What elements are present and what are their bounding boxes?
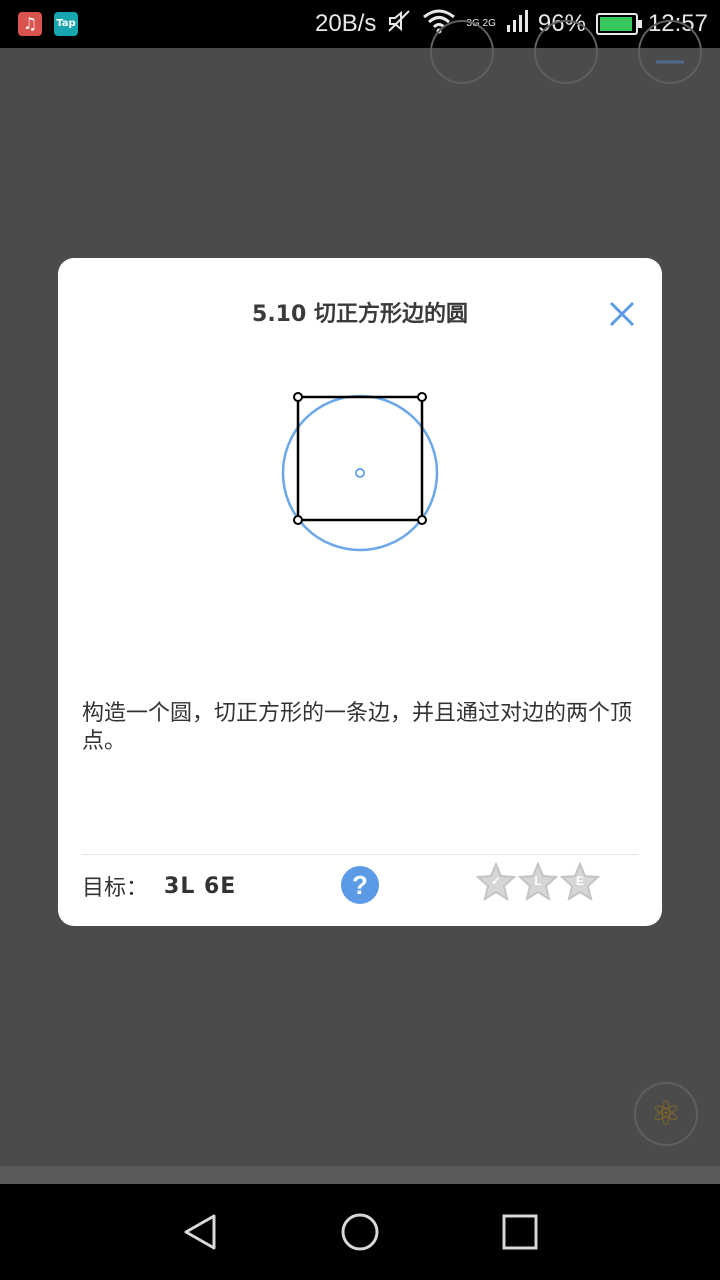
atom-icon: ⚛ bbox=[634, 1082, 698, 1146]
star-check-icon: ✓ bbox=[475, 861, 517, 902]
home-icon[interactable] bbox=[336, 1208, 384, 1256]
level-dialog bbox=[58, 258, 662, 926]
background-toolbar bbox=[0, 1166, 720, 1184]
close-icon[interactable] bbox=[606, 298, 638, 330]
divider bbox=[82, 854, 638, 855]
star-lines-icon: L bbox=[517, 861, 559, 902]
back-icon[interactable] bbox=[176, 1208, 224, 1256]
status-bar: ♫ Tap 20B/s 3G 2G 96% 12:57 bbox=[0, 0, 720, 48]
undo-button bbox=[430, 20, 494, 84]
mute-icon bbox=[386, 8, 412, 41]
goal-section: 目标： 3L 6E bbox=[82, 870, 236, 902]
goal-value: 3L 6E bbox=[164, 873, 237, 899]
menu-button bbox=[638, 20, 702, 84]
navigation-bar bbox=[0, 1184, 720, 1280]
level-description: 构造一个圆，切正方形的一条边，并且通过对边的两个顶点。 bbox=[82, 701, 633, 754]
signal-icon bbox=[506, 9, 528, 40]
net-speed: 20B/s bbox=[315, 10, 377, 37]
star-elements-icon: E bbox=[559, 861, 601, 902]
recents-icon[interactable] bbox=[496, 1208, 544, 1256]
rating-stars: ✓ L E bbox=[475, 861, 601, 902]
help-button[interactable]: ? bbox=[341, 866, 379, 904]
level-figure bbox=[270, 380, 450, 560]
battery-icon bbox=[595, 13, 642, 35]
music-icon: ♫ bbox=[18, 12, 42, 36]
goal-label: 目标： bbox=[82, 876, 149, 901]
redo-button bbox=[534, 20, 598, 84]
taptap-icon: Tap bbox=[54, 12, 78, 36]
